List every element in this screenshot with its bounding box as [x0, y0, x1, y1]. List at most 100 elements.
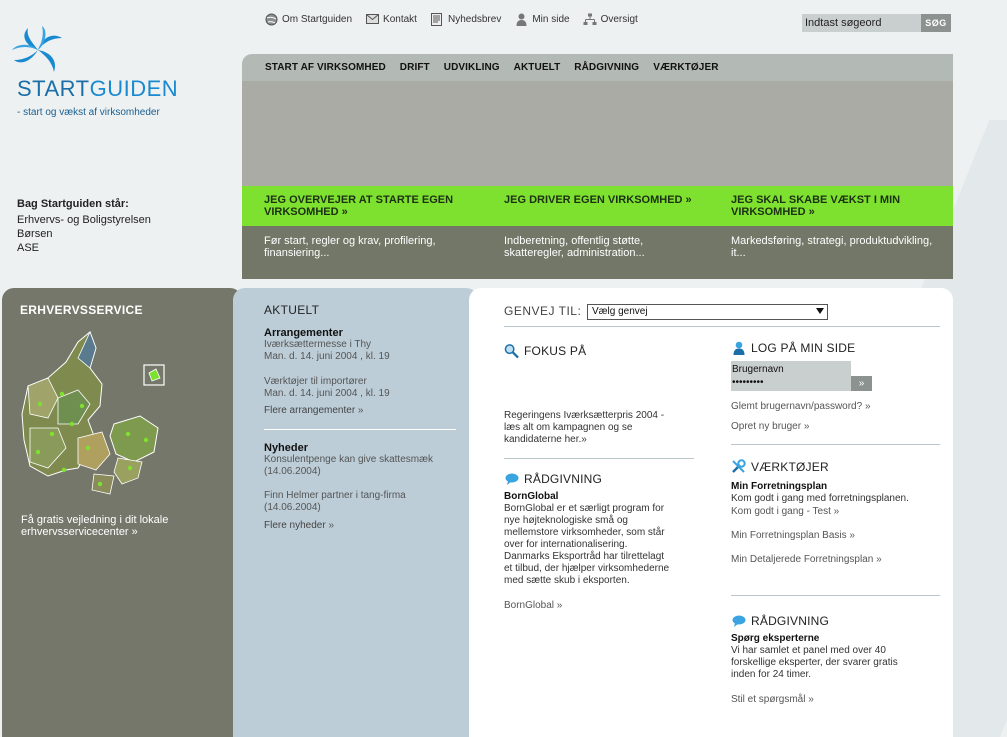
- raadgivning2-title: RÅDGIVNING: [751, 613, 830, 628]
- util-link-label: Kontakt: [383, 13, 417, 25]
- search-input[interactable]: [802, 14, 921, 32]
- vaerktoejer-subheading: Min Forretningsplan: [731, 481, 828, 492]
- raadgivning2-heading: RÅDGIVNING: [731, 613, 829, 628]
- vaerktoejer-body: Min Forretningsplan Kom godt i gang med …: [731, 481, 941, 505]
- sitemap-icon: [583, 12, 597, 26]
- body-line: BornGlobal er et særligt program for: [504, 503, 665, 514]
- tool-link[interactable]: Min Detaljerede Forretningsplan »: [731, 553, 882, 565]
- fokus-line: Regeringens Iværksætterpris 2004 -: [504, 410, 665, 421]
- event-link[interactable]: Værktøjer til importører: [264, 376, 459, 388]
- nav-raadgivning[interactable]: RÅDGIVNING: [574, 62, 639, 73]
- event-link[interactable]: Iværksættermesse i Thy: [264, 339, 459, 351]
- util-link-label: Om Startguiden: [282, 13, 353, 25]
- vaerktoejer-title: VÆRKTØJER: [751, 459, 829, 474]
- path-desc-vaekst[interactable]: Markedsføring, strategi, produktudviklin…: [731, 235, 946, 259]
- events-more-link[interactable]: Flere arrangementer »: [264, 405, 459, 417]
- body-line: mellemstore virksomheder, som står: [504, 527, 665, 538]
- fokus-link[interactable]: Regeringens Iværksætterpris 2004 - læs a…: [504, 410, 689, 446]
- nav-drift[interactable]: DRIFT: [400, 62, 430, 73]
- double-chevron-icon: »: [846, 530, 855, 541]
- path-descriptions-bar: Før start, regler og krav, profilering, …: [242, 226, 953, 279]
- news-link[interactable]: Finn Helmer partner i tang-firma: [264, 490, 459, 502]
- startguiden-logo-icon[interactable]: [12, 26, 64, 74]
- news-more-link[interactable]: Flere nyheder »: [264, 520, 459, 532]
- news-link[interactable]: Konsulentpenge kan give skattesmæk: [264, 454, 459, 466]
- speech-bubble-icon: [731, 613, 746, 628]
- util-link-nyhedsbrev[interactable]: Nyhedsbrev: [430, 12, 501, 26]
- erhvervsservice-title: ERHVERVSSERVICE: [20, 303, 143, 317]
- body-line: over for internationalisering.: [504, 539, 628, 550]
- person-icon: [514, 12, 528, 26]
- ask-question-label: Stil et spørgsmål: [731, 694, 806, 705]
- forgot-password-label: Glemt brugernavn/password?: [731, 401, 863, 412]
- ask-question-link[interactable]: Stil et spørgsmål »: [731, 693, 814, 705]
- double-chevron-icon: »: [801, 421, 810, 432]
- tool-link[interactable]: Kom godt i gang - Test »: [731, 505, 839, 517]
- double-chevron-icon: »: [873, 554, 882, 565]
- nav-start-af-virksomhed[interactable]: START AF VIRKSOMHED: [265, 62, 386, 73]
- genvej-label: GENVEJ TIL:: [504, 304, 582, 318]
- tool-link[interactable]: Min Forretningsplan Basis »: [731, 529, 855, 541]
- password-input[interactable]: •••••••••: [732, 376, 851, 389]
- path-link-drift[interactable]: JEG DRIVER EGEN VIRKSOMHED »: [504, 194, 724, 206]
- genvej-selected-value: Vælg genvej: [592, 306, 648, 317]
- path-desc-drift[interactable]: Indberetning, offentlig støtte, skattere…: [504, 235, 724, 259]
- utility-nav: Om Startguiden Kontakt Nyhedsbrev Min si…: [264, 12, 651, 26]
- main-nav: START AF VIRKSOMHED DRIFT UDVIKLING AKTU…: [242, 54, 953, 81]
- news-block: Nyheder Konsulentpenge kan give skattesm…: [264, 442, 459, 478]
- login-heading: LOG PÅ MIN SIDE: [731, 340, 855, 355]
- es-link-line: Få gratis vejledning i dit lokale: [21, 514, 169, 526]
- magnifier-icon: [504, 343, 519, 358]
- newsletter-icon: [430, 12, 444, 26]
- path-desc-start[interactable]: Før start, regler og krav, profilering, …: [264, 235, 494, 259]
- fokus-title: FOKUS PÅ: [524, 343, 587, 358]
- envelope-icon: [365, 12, 379, 26]
- path-link-vaekst[interactable]: JEG SKAL SKABE VÆKST I MIN VIRKSOMHED »: [731, 194, 946, 218]
- path-titles-bar: JEG OVERVEJER AT STARTE EGEN VIRKSOMHED …: [242, 186, 953, 226]
- news-block: Finn Helmer partner i tang-firma (14.06.…: [264, 490, 459, 514]
- nav-vaerktoejer[interactable]: VÆRKTØJER: [653, 62, 718, 73]
- login-submit-button[interactable]: »: [851, 376, 872, 391]
- vaerktoejer-heading: VÆRKTØJER: [731, 459, 829, 474]
- news-date: (14.06.2004): [264, 502, 321, 513]
- util-link-oversigt[interactable]: Oversigt: [583, 12, 638, 26]
- tool-link-label: Min Detaljerede Forretningsplan: [731, 554, 874, 565]
- double-chevron-icon: »: [805, 206, 815, 218]
- body-line: nye højteknologiske små og: [504, 515, 628, 526]
- backer-item: ASE: [17, 242, 40, 254]
- username-input[interactable]: Brugernavn: [732, 363, 851, 376]
- util-link-min-side[interactable]: Min side: [514, 12, 570, 26]
- body-line: et tilbud, der hjælper virksomhederne: [504, 563, 670, 574]
- news-more-label: Flere nyheder: [264, 520, 326, 531]
- double-chevron-icon: »: [325, 520, 335, 531]
- body-line: Kom godt i gang med forretningsplanen.: [731, 493, 909, 504]
- denmark-map-icon[interactable]: [18, 328, 168, 500]
- path-link-start[interactable]: JEG OVERVEJER AT STARTE EGEN VIRKSOMHED …: [264, 194, 494, 218]
- path-title-line: JEG DRIVER EGEN VIRKSOMHED: [504, 194, 683, 206]
- util-link-label: Nyhedsbrev: [447, 13, 502, 25]
- util-link-om-startguiden[interactable]: Om Startguiden: [264, 12, 352, 26]
- raadgivning2-subheading: Spørg eksperterne: [731, 633, 820, 644]
- forgot-password-link[interactable]: Glemt brugernavn/password? »: [731, 400, 871, 412]
- erhvervsservice-link[interactable]: Få gratis vejledning i dit lokale erhver…: [21, 514, 191, 538]
- login-title: LOG PÅ MIN SIDE: [751, 340, 856, 355]
- double-chevron-icon: »: [338, 206, 348, 218]
- logo-tagline: - start og vækst af virksomheder: [17, 107, 160, 118]
- nav-udvikling[interactable]: UDVIKLING: [444, 62, 500, 73]
- util-link-kontakt[interactable]: Kontakt: [365, 12, 417, 26]
- news-heading: Nyheder: [264, 442, 309, 454]
- divider: [504, 458, 694, 459]
- divider: [504, 326, 940, 327]
- login-fields: Brugernavn •••••••••: [731, 361, 851, 391]
- double-chevron-icon: »: [862, 401, 871, 412]
- logo-wordmark[interactable]: STARTGUIDEN: [17, 76, 178, 102]
- create-user-link[interactable]: Opret ny bruger »: [731, 420, 809, 432]
- search-button[interactable]: SØG: [921, 14, 951, 32]
- divider: [264, 429, 456, 430]
- bornglobal-link[interactable]: BornGlobal »: [504, 599, 562, 611]
- genvej-select[interactable]: Vælg genvej: [587, 304, 828, 320]
- globe-icon: [264, 12, 278, 26]
- backer-item: Erhvervs- og Boligstyrelsen: [17, 214, 151, 226]
- nav-aktuelt[interactable]: AKTUELT: [514, 62, 561, 73]
- raadgivning-title: RÅDGIVNING: [524, 471, 603, 486]
